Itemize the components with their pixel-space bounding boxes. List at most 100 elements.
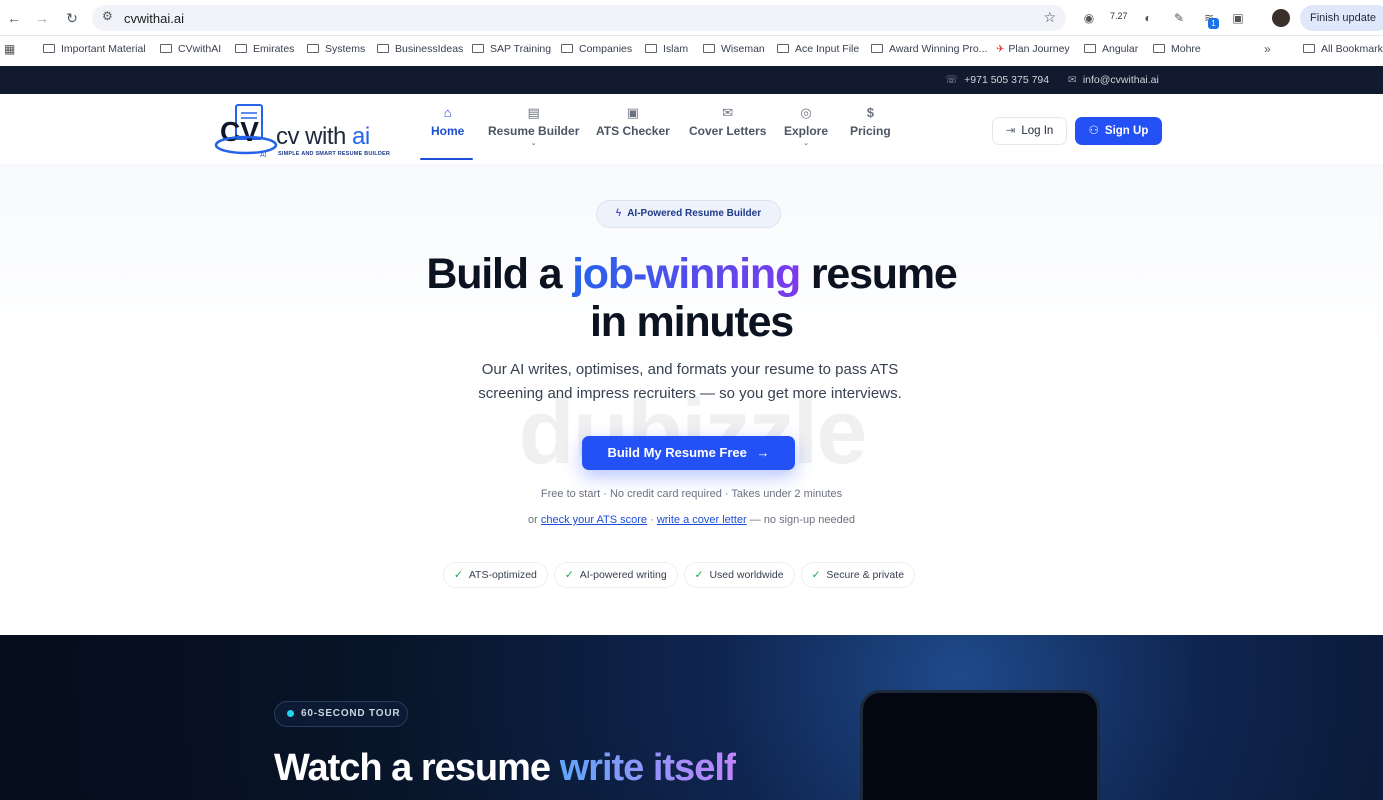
status-dot bbox=[287, 710, 294, 717]
nav-cover-letters[interactable]: ✉ Cover Letters bbox=[689, 105, 766, 139]
login-button[interactable]: ⇥ Log In bbox=[992, 117, 1067, 145]
folder-icon bbox=[777, 44, 789, 53]
site-header: CV AI cv with ai SIMPLE AND SMART RESUME… bbox=[0, 94, 1383, 164]
bookmark-item[interactable]: Systems bbox=[307, 43, 365, 55]
folder-icon bbox=[160, 44, 172, 53]
extension-badge: 1 bbox=[1208, 18, 1219, 29]
chevron-down-icon: ⌄ bbox=[530, 140, 537, 147]
feature-badge: ✓ ATS-optimized bbox=[443, 562, 548, 588]
folder-icon bbox=[561, 44, 573, 53]
bookmark-item[interactable]: Islam bbox=[645, 43, 688, 55]
bookmark-item[interactable]: ✈ Plan Journey bbox=[996, 43, 1070, 55]
folder-icon bbox=[703, 44, 715, 53]
bookmark-item[interactable]: Angular bbox=[1084, 43, 1138, 55]
check-icon: ✓ bbox=[811, 569, 821, 581]
feature-badge: ✓ Used worldwide bbox=[683, 562, 795, 588]
folder-icon bbox=[1303, 44, 1315, 53]
arrow-right-icon: → bbox=[756, 445, 770, 460]
ats-score-link[interactable]: check your ATS score bbox=[541, 514, 647, 526]
chevron-down-icon: ⌄ bbox=[803, 140, 809, 147]
finish-update-button[interactable]: Finish update bbox=[1300, 5, 1383, 31]
profile-avatar[interactable] bbox=[1272, 9, 1290, 27]
dollar-icon: $ bbox=[866, 105, 874, 120]
bookmark-item[interactable]: Ace Input File bbox=[777, 43, 859, 55]
nav-active-indicator bbox=[420, 158, 473, 160]
forward-icon[interactable]: → bbox=[32, 8, 52, 28]
bookmark-item[interactable]: Mohre bbox=[1153, 43, 1201, 55]
folder-icon bbox=[235, 44, 247, 53]
whatsapp-icon: ☏ bbox=[945, 74, 959, 86]
home-icon: ⌂ bbox=[443, 105, 452, 120]
bolt-icon: ϟ bbox=[615, 208, 622, 219]
folder-icon bbox=[1084, 44, 1096, 53]
bookmark-star-icon[interactable]: ☆ bbox=[1043, 9, 1056, 26]
feature-badges: ✓ ATS-optimized ✓ AI-powered writing ✓ Used w… bbox=[443, 562, 921, 588]
bookmark-item[interactable]: CVwithAI bbox=[160, 43, 221, 55]
document-icon: ▤ bbox=[527, 105, 540, 120]
folder-icon bbox=[1153, 44, 1165, 53]
signup-button[interactable]: ⚇ Sign Up bbox=[1075, 117, 1162, 145]
hero-note: Free to start · No credit card required … bbox=[540, 488, 843, 500]
plane-icon: ✈ bbox=[996, 44, 1005, 55]
folder-icon bbox=[472, 44, 484, 53]
nav-home[interactable]: ⌂ Home bbox=[431, 105, 464, 139]
puzzle-icon[interactable]: ▣ bbox=[1229, 9, 1247, 27]
cv-logo-icon: CV AI bbox=[214, 104, 278, 159]
tour-section: 60-SECOND TOUR Watch a resume write itse… bbox=[0, 635, 1383, 800]
user-plus-icon: ⚇ bbox=[1088, 125, 1099, 137]
nav-explore[interactable]: ◎ Explore ⌄ bbox=[784, 105, 828, 148]
nav-resume-builder[interactable]: ▤ Resume Builder ⌄ bbox=[488, 105, 579, 148]
tour-pill: 60-SECOND TOUR bbox=[274, 701, 408, 727]
mail-icon: ✉ bbox=[1068, 74, 1077, 86]
brand-name: cv with ai bbox=[276, 123, 370, 150]
site-settings-icon[interactable]: ⚙ bbox=[102, 9, 113, 23]
back-icon[interactable]: ← bbox=[4, 8, 24, 28]
bookmark-item[interactable]: Companies bbox=[561, 43, 632, 55]
browser-toolbar: ← → ↻ ⚙ cvwithai.ai ☆ ◉ 7.27 ◐ ✎ ≋ 1 ▣ F… bbox=[0, 0, 1383, 36]
reload-icon[interactable]: ↻ bbox=[62, 8, 82, 28]
extension-icon[interactable]: ◐ bbox=[1139, 9, 1157, 27]
url-text[interactable]: cvwithai.ai bbox=[124, 11, 184, 26]
address-bar[interactable]: ⚙ cvwithai.ai ☆ bbox=[92, 5, 1066, 31]
video-device-frame[interactable] bbox=[860, 690, 1100, 800]
folder-icon bbox=[307, 44, 319, 53]
phone-contact[interactable]: ☏ +971 505 375 794 bbox=[945, 74, 1049, 86]
bookmark-item[interactable]: SAP Training bbox=[472, 43, 551, 55]
more-bookmarks-icon[interactable]: » bbox=[1264, 42, 1271, 56]
camera-icon[interactable]: ◉ bbox=[1080, 9, 1098, 27]
svg-text:AI: AI bbox=[260, 152, 267, 159]
check-icon: ✓ bbox=[564, 569, 574, 581]
logo[interactable]: CV AI cv with ai SIMPLE AND SMART RESUME… bbox=[214, 101, 390, 159]
folder-icon bbox=[43, 44, 55, 53]
bookmark-item[interactable]: Wiseman bbox=[703, 43, 765, 55]
email-contact[interactable]: ✉ info@cvwithai.ai bbox=[1068, 74, 1159, 86]
hero-title: Build a job-winning resume in minutes bbox=[426, 250, 957, 346]
bookmark-item[interactable]: BusinessIdeas bbox=[377, 43, 463, 55]
tour-title: Watch a resume write itself bbox=[274, 747, 737, 789]
feature-badge: ✓ AI-powered writing bbox=[553, 562, 678, 588]
cover-letter-link[interactable]: write a cover letter bbox=[657, 514, 747, 526]
check-icon: ✓ bbox=[694, 569, 704, 581]
envelope-icon: ✉ bbox=[722, 105, 734, 120]
nav-pricing[interactable]: $ Pricing bbox=[850, 105, 891, 139]
svg-text:CV: CV bbox=[220, 116, 259, 147]
bookmark-item[interactable]: Emirates bbox=[235, 43, 294, 55]
bookmarks-bar: ▦ Important Material CVwithAI Emirates S… bbox=[0, 36, 1383, 64]
hero-pill: ϟ AI-Powered Resume Builder bbox=[596, 200, 781, 228]
nav-ats-checker[interactable]: ▣ ATS Checker bbox=[596, 106, 670, 139]
folder-icon bbox=[377, 44, 389, 53]
folder-icon bbox=[871, 44, 883, 53]
extension-counter[interactable]: 7.27 bbox=[1110, 11, 1128, 21]
compass-icon: ◎ bbox=[800, 105, 812, 120]
eyedropper-icon[interactable]: ✎ bbox=[1170, 9, 1188, 27]
contact-bar: ☏ +971 505 375 794 ✉ info@cvwithai.ai bbox=[0, 66, 1383, 94]
hero-section: ϟ AI-Powered Resume Builder Build a job-w… bbox=[0, 164, 1383, 635]
bookmark-item[interactable]: Award Winning Pro... bbox=[871, 43, 987, 55]
login-icon: ⇥ bbox=[1005, 125, 1016, 137]
apps-grid-icon[interactable]: ▦ bbox=[4, 42, 15, 56]
bookmark-item[interactable]: Important Material bbox=[43, 43, 146, 55]
build-resume-button[interactable]: Build My Resume Free → bbox=[582, 436, 795, 470]
hero-links: or check your ATS score · write a cover … bbox=[528, 514, 855, 526]
all-bookmarks[interactable]: All Bookmarks bbox=[1303, 43, 1383, 55]
check-icon: ✓ bbox=[454, 569, 463, 581]
